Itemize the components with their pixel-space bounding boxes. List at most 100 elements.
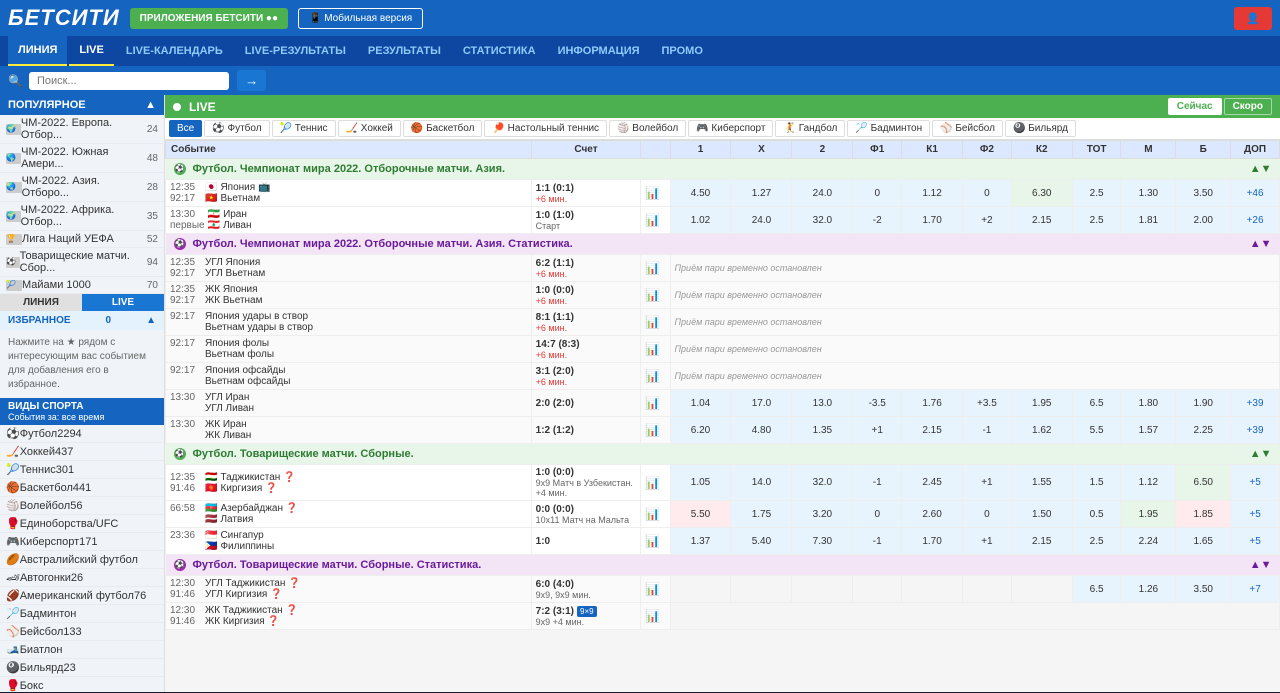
odds-dop[interactable]: +5 (1231, 501, 1280, 528)
sidebar-sport-billiards[interactable]: 🎱 Бильярд 23 (0, 659, 164, 677)
odds-k2[interactable]: 6.30 (1011, 180, 1072, 207)
odds-x[interactable]: 17.0 (731, 390, 792, 417)
odds-1[interactable]: 6.20 (670, 417, 731, 444)
odds-1[interactable]: 4.50 (670, 180, 731, 207)
odds-dop[interactable]: +5 (1231, 528, 1280, 555)
odds-x[interactable]: 1.75 (731, 501, 792, 528)
odds-f2[interactable]: -1 (963, 417, 1012, 444)
odds-tot[interactable]: 0.5 (1072, 501, 1121, 528)
odds-1[interactable]: 1.02 (670, 207, 731, 234)
sidebar-tab-line[interactable]: ЛИНИЯ (0, 294, 82, 311)
odds-1[interactable]: 1.05 (670, 465, 731, 501)
chart-icon[interactable]: 📊 (645, 315, 660, 329)
sidebar-popular-item[interactable]: 🎾 Майами 1000 70 (0, 277, 164, 294)
odds-f1[interactable]: -3.5 (853, 390, 902, 417)
sidebar-sport-racing[interactable]: 🏎 Автогонки 26 (0, 569, 164, 587)
chart-icon[interactable]: 📊 (645, 342, 660, 356)
odds-k2[interactable]: 1.50 (1011, 501, 1072, 528)
odds-tot[interactable]: 2.5 (1072, 207, 1121, 234)
odds-m[interactable]: 1.30 (1121, 180, 1176, 207)
chart-cell[interactable]: 📊 (641, 603, 670, 630)
sport-filter-baseball[interactable]: ⚾ Бейсбол (932, 120, 1003, 137)
odds-f1[interactable]: -1 (853, 528, 902, 555)
sidebar-sport-hockey[interactable]: 🏒 Хоккей 437 (0, 443, 164, 461)
odds-x[interactable]: 24.0 (731, 207, 792, 234)
sidebar-sport-basketball[interactable]: 🏀 Баскетбол 441 (0, 479, 164, 497)
chart-icon[interactable]: 📊 (645, 423, 660, 437)
sidebar-sport-badminton[interactable]: 🏸 Бадминтон (0, 605, 164, 623)
search-button[interactable]: → (237, 70, 266, 91)
sidebar-sport-boxing[interactable]: 🥊 Бокс (0, 677, 164, 692)
odds-k1[interactable]: 2.60 (902, 501, 963, 528)
chart-cell[interactable]: 📊 (641, 528, 670, 555)
odds-1[interactable]: 1.04 (670, 390, 731, 417)
odds-m[interactable]: 1.12 (1121, 465, 1176, 501)
chart-cell[interactable]: 📊 (641, 282, 670, 309)
odds-f1[interactable]: -1 (853, 465, 902, 501)
chart-cell[interactable]: 📊 (641, 465, 670, 501)
nav-information[interactable]: ИНФОРМАЦИЯ (548, 36, 650, 66)
odds-1[interactable]: 5.50 (670, 501, 731, 528)
nav-statistics[interactable]: СТАТИСТИКА (453, 36, 546, 66)
odds-2[interactable]: 13.0 (792, 390, 853, 417)
app-button[interactable]: ПРИЛОЖЕНИЯ БЕТСИТИ ●● (130, 8, 288, 29)
team2-name[interactable]: Латвия (220, 514, 253, 525)
nav-live-calendar[interactable]: LIVE-КАЛЕНДАРЬ (116, 36, 233, 66)
odds-k1[interactable]: 1.12 (902, 180, 963, 207)
sport-filter-esports[interactable]: 🎮 Киберспорт (688, 120, 773, 137)
odds-dop[interactable]: +46 (1231, 180, 1280, 207)
chart-icon[interactable]: 📊 (645, 476, 660, 490)
odds-tot[interactable]: 2.5 (1072, 180, 1121, 207)
chart-icon[interactable]: 📊 (645, 534, 660, 548)
chart-icon[interactable]: 📊 (645, 507, 660, 521)
sidebar-popular-item[interactable]: 🌎 ЧМ-2022. Южная Амери... 48 (0, 144, 164, 173)
odds-b[interactable]: 1.85 (1176, 501, 1231, 528)
chart-icon[interactable]: 📊 (645, 261, 660, 275)
sidebar-sport-baseball[interactable]: ⚾ Бейсбол 133 (0, 623, 164, 641)
chart-icon[interactable]: 📊 (645, 288, 660, 302)
odds-b[interactable]: 1.65 (1176, 528, 1231, 555)
odds-dop[interactable]: +39 (1231, 417, 1280, 444)
sidebar-popular-item[interactable]: 🌍 ЧМ-2022. Европа. Отбор... 24 (0, 115, 164, 144)
sidebar-sport-tennis[interactable]: 🎾 Теннис 301 (0, 461, 164, 479)
sport-filter-football[interactable]: ⚽ Футбол (204, 120, 269, 137)
team1-name[interactable]: Иран (223, 209, 247, 220)
team1-name[interactable]: Таджикистан ❓ (220, 472, 295, 483)
nav-live[interactable]: LIVE (69, 36, 113, 66)
odds-dop[interactable]: +39 (1231, 390, 1280, 417)
chart-icon[interactable]: 📊 (645, 582, 660, 596)
sidebar-popular-item[interactable]: 🌍 ЧМ-2022. Африка. Отбор... 35 (0, 202, 164, 231)
odds-f2[interactable]: +1 (963, 528, 1012, 555)
odds-1[interactable]: 1.37 (670, 528, 731, 555)
team2-name[interactable]: Ливан (223, 220, 251, 231)
chart-cell[interactable]: 📊 (641, 336, 670, 363)
chart-cell[interactable]: 📊 (641, 255, 670, 282)
sport-filter-hockey[interactable]: 🏒 Хоккей (338, 120, 401, 137)
odds-k1[interactable]: 1.70 (902, 528, 963, 555)
odds-k1[interactable]: 1.76 (902, 390, 963, 417)
chart-cell[interactable]: 📊 (641, 390, 670, 417)
sidebar-popular-item[interactable]: 🌏 ЧМ-2022. Азия. Отборо... 28 (0, 173, 164, 202)
odds-m[interactable]: 1.26 (1121, 576, 1176, 603)
sport-filter-volleyball[interactable]: 🏐 Волейбол (609, 120, 686, 137)
sidebar-sport-esports[interactable]: 🎮 Киберспорт 171 (0, 533, 164, 551)
chart-cell[interactable]: 📊 (641, 363, 670, 390)
team2-name[interactable]: Киргизия ❓ (220, 483, 277, 494)
chart-icon[interactable]: 📊 (645, 609, 660, 623)
odds-2[interactable]: 32.0 (792, 207, 853, 234)
chart-icon[interactable]: 📊 (645, 186, 660, 200)
odds-dop[interactable]: +26 (1231, 207, 1280, 234)
mobile-button[interactable]: 📱 Мобильная версия (298, 8, 423, 29)
odds-k2[interactable]: 2.15 (1011, 528, 1072, 555)
nav-results[interactable]: РЕЗУЛЬТАТЫ (358, 36, 451, 66)
team1-name[interactable]: Япония (220, 182, 255, 193)
sport-filter-tennis[interactable]: 🎾 Теннис (272, 120, 336, 137)
odds-2[interactable]: 7.30 (792, 528, 853, 555)
team2-name[interactable]: Филиппины (220, 541, 274, 552)
odds-2[interactable]: 1.35 (792, 417, 853, 444)
section-collapse[interactable]: ▲▼ (1250, 238, 1272, 250)
odds-k2[interactable]: 2.15 (1011, 207, 1072, 234)
odds-m[interactable]: 1.95 (1121, 501, 1176, 528)
odds-tot[interactable]: 2.5 (1072, 528, 1121, 555)
odds-f2[interactable]: +1 (963, 465, 1012, 501)
